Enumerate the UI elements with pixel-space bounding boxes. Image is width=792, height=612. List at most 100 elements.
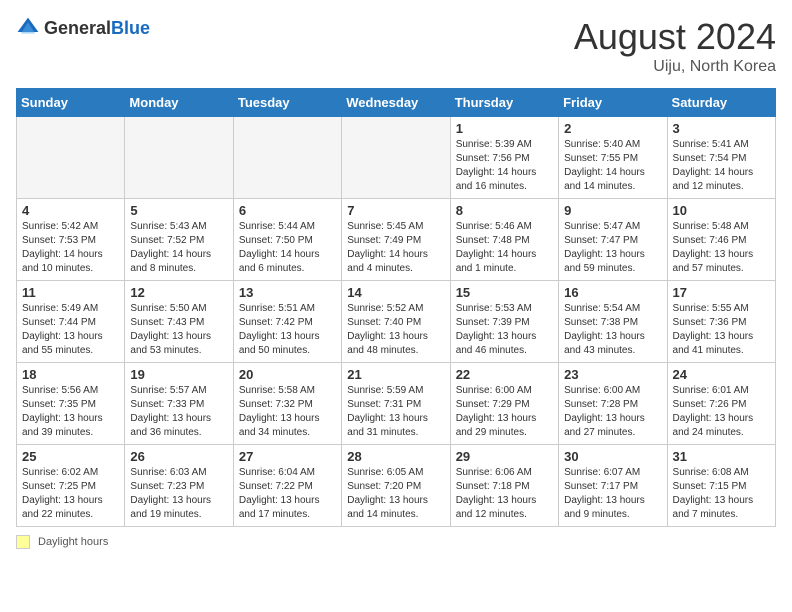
calendar-cell: 21 Sunrise: 5:59 AM Sunset: 7:31 PM Dayli… — [342, 363, 450, 445]
calendar-cell: 25Sunrise: 6:02 AM Sunset: 7:25 PM Dayli… — [17, 445, 125, 527]
day-number: 2 — [564, 121, 661, 136]
calendar-cell: 23 Sunrise: 6:00 AM Sunset: 7:28 PM Dayli… — [559, 363, 667, 445]
logo: GeneralBlue — [16, 16, 150, 40]
day-number: 14 — [347, 285, 444, 300]
calendar-week-3: 18 Sunrise: 5:56 AM Sunset: 7:35 PM Dayli… — [17, 363, 776, 445]
day-number: 27 — [239, 449, 336, 464]
day-info: Sunrise: 6:07 AM Sunset: 7:17 PM Dayligh… — [564, 466, 661, 522]
day-info: Sunrise: 5:43 AM Sunset: 7:52 PM Dayligh… — [130, 220, 227, 276]
day-number: 7 — [347, 203, 444, 218]
day-info: Sunrise: 5:52 AM Sunset: 7:40 PM Dayligh… — [347, 302, 444, 358]
day-info: Sunrise: 5:41 AM Sunset: 7:54 PM Dayligh… — [673, 138, 770, 194]
day-number: 20 — [239, 367, 336, 382]
day-info: Sunrise: 5:59 AM Sunset: 7:31 PM Dayligh… — [347, 384, 444, 440]
calendar-cell: 16 Sunrise: 5:54 AM Sunset: 7:38 PM Dayli… — [559, 281, 667, 363]
day-info: Sunrise: 5:53 AM Sunset: 7:39 PM Dayligh… — [456, 302, 553, 358]
day-info: Sunrise: 6:06 AM Sunset: 7:18 PM Dayligh… — [456, 466, 553, 522]
calendar-header-row: SundayMondayTuesdayWednesdayThursdayFrid… — [17, 89, 776, 117]
header-saturday: Saturday — [667, 89, 775, 117]
day-info: Sunrise: 5:54 AM Sunset: 7:38 PM Dayligh… — [564, 302, 661, 358]
calendar-cell: 28Sunrise: 6:05 AM Sunset: 7:20 PM Dayli… — [342, 445, 450, 527]
day-number: 3 — [673, 121, 770, 136]
day-info: Sunrise: 5:49 AM Sunset: 7:44 PM Dayligh… — [22, 302, 119, 358]
calendar-cell: 17 Sunrise: 5:55 AM Sunset: 7:36 PM Dayli… — [667, 281, 775, 363]
calendar-cell: 24Sunrise: 6:01 AM Sunset: 7:26 PM Dayli… — [667, 363, 775, 445]
daylight-legend-box — [16, 535, 30, 549]
calendar-table: SundayMondayTuesdayWednesdayThursdayFrid… — [16, 88, 776, 527]
day-number: 8 — [456, 203, 553, 218]
calendar-cell — [233, 117, 341, 199]
header-wednesday: Wednesday — [342, 89, 450, 117]
calendar-cell: 6Sunrise: 5:44 AM Sunset: 7:50 PM Daylig… — [233, 199, 341, 281]
day-number: 10 — [673, 203, 770, 218]
day-number: 23 — [564, 367, 661, 382]
day-info: Sunrise: 5:46 AM Sunset: 7:48 PM Dayligh… — [456, 220, 553, 276]
calendar-cell: 2 Sunrise: 5:40 AM Sunset: 7:55 PM Daylig… — [559, 117, 667, 199]
header-monday: Monday — [125, 89, 233, 117]
calendar-cell: 13 Sunrise: 5:51 AM Sunset: 7:42 PM Dayli… — [233, 281, 341, 363]
calendar-cell: 11 Sunrise: 5:49 AM Sunset: 7:44 PM Dayli… — [17, 281, 125, 363]
day-number: 6 — [239, 203, 336, 218]
calendar-cell: 30 Sunrise: 6:07 AM Sunset: 7:17 PM Dayli… — [559, 445, 667, 527]
day-info: Sunrise: 5:40 AM Sunset: 7:55 PM Dayligh… — [564, 138, 661, 194]
day-info: Sunrise: 5:51 AM Sunset: 7:42 PM Dayligh… — [239, 302, 336, 358]
month-year-title: August 2024 — [574, 16, 776, 58]
page-header: GeneralBlue August 2024 Uiju, North Kore… — [16, 16, 776, 76]
day-info: Sunrise: 5:48 AM Sunset: 7:46 PM Dayligh… — [673, 220, 770, 276]
day-info: Sunrise: 6:05 AM Sunset: 7:20 PM Dayligh… — [347, 466, 444, 522]
calendar-week-1: 4 Sunrise: 5:42 AM Sunset: 7:53 PM Daylig… — [17, 199, 776, 281]
day-number: 15 — [456, 285, 553, 300]
location-subtitle: Uiju, North Korea — [574, 58, 776, 76]
logo-text: GeneralBlue — [44, 18, 150, 39]
calendar-cell: 29 Sunrise: 6:06 AM Sunset: 7:18 PM Dayli… — [450, 445, 558, 527]
calendar-cell — [342, 117, 450, 199]
day-number: 21 — [347, 367, 444, 382]
day-number: 18 — [22, 367, 119, 382]
day-info: Sunrise: 5:56 AM Sunset: 7:35 PM Dayligh… — [22, 384, 119, 440]
day-info: Sunrise: 6:03 AM Sunset: 7:23 PM Dayligh… — [130, 466, 227, 522]
day-number: 29 — [456, 449, 553, 464]
calendar-cell: 12Sunrise: 5:50 AM Sunset: 7:43 PM Dayli… — [125, 281, 233, 363]
day-info: Sunrise: 5:58 AM Sunset: 7:32 PM Dayligh… — [239, 384, 336, 440]
day-number: 5 — [130, 203, 227, 218]
day-number: 13 — [239, 285, 336, 300]
day-info: Sunrise: 5:47 AM Sunset: 7:47 PM Dayligh… — [564, 220, 661, 276]
calendar-cell: 31Sunrise: 6:08 AM Sunset: 7:15 PM Dayli… — [667, 445, 775, 527]
day-info: Sunrise: 5:55 AM Sunset: 7:36 PM Dayligh… — [673, 302, 770, 358]
calendar-cell: 20 Sunrise: 5:58 AM Sunset: 7:32 PM Dayli… — [233, 363, 341, 445]
day-number: 1 — [456, 121, 553, 136]
day-number: 19 — [130, 367, 227, 382]
day-number: 12 — [130, 285, 227, 300]
day-info: Sunrise: 5:45 AM Sunset: 7:49 PM Dayligh… — [347, 220, 444, 276]
logo-icon — [16, 16, 40, 40]
day-info: Sunrise: 6:04 AM Sunset: 7:22 PM Dayligh… — [239, 466, 336, 522]
calendar-cell: 15 Sunrise: 5:53 AM Sunset: 7:39 PM Dayli… — [450, 281, 558, 363]
day-number: 24 — [673, 367, 770, 382]
day-number: 17 — [673, 285, 770, 300]
day-number: 22 — [456, 367, 553, 382]
calendar-cell: 7 Sunrise: 5:45 AM Sunset: 7:49 PM Daylig… — [342, 199, 450, 281]
day-info: Sunrise: 5:39 AM Sunset: 7:56 PM Dayligh… — [456, 138, 553, 194]
calendar-cell — [125, 117, 233, 199]
footer: Daylight hours — [16, 535, 776, 549]
day-number: 25 — [22, 449, 119, 464]
calendar-cell: 10 Sunrise: 5:48 AM Sunset: 7:46 PM Dayli… — [667, 199, 775, 281]
header-sunday: Sunday — [17, 89, 125, 117]
calendar-cell: 8 Sunrise: 5:46 AM Sunset: 7:48 PM Daylig… — [450, 199, 558, 281]
calendar-cell: 19Sunrise: 5:57 AM Sunset: 7:33 PM Dayli… — [125, 363, 233, 445]
day-number: 30 — [564, 449, 661, 464]
daylight-label: Daylight hours — [38, 536, 108, 548]
calendar-week-2: 11 Sunrise: 5:49 AM Sunset: 7:44 PM Dayli… — [17, 281, 776, 363]
day-number: 16 — [564, 285, 661, 300]
calendar-cell: 22Sunrise: 6:00 AM Sunset: 7:29 PM Dayli… — [450, 363, 558, 445]
day-number: 11 — [22, 285, 119, 300]
day-number: 4 — [22, 203, 119, 218]
title-section: August 2024 Uiju, North Korea — [574, 16, 776, 76]
day-number: 9 — [564, 203, 661, 218]
day-info: Sunrise: 5:42 AM Sunset: 7:53 PM Dayligh… — [22, 220, 119, 276]
day-info: Sunrise: 6:00 AM Sunset: 7:28 PM Dayligh… — [564, 384, 661, 440]
day-number: 26 — [130, 449, 227, 464]
header-friday: Friday — [559, 89, 667, 117]
calendar-cell: 27 Sunrise: 6:04 AM Sunset: 7:22 PM Dayli… — [233, 445, 341, 527]
calendar-week-4: 25Sunrise: 6:02 AM Sunset: 7:25 PM Dayli… — [17, 445, 776, 527]
